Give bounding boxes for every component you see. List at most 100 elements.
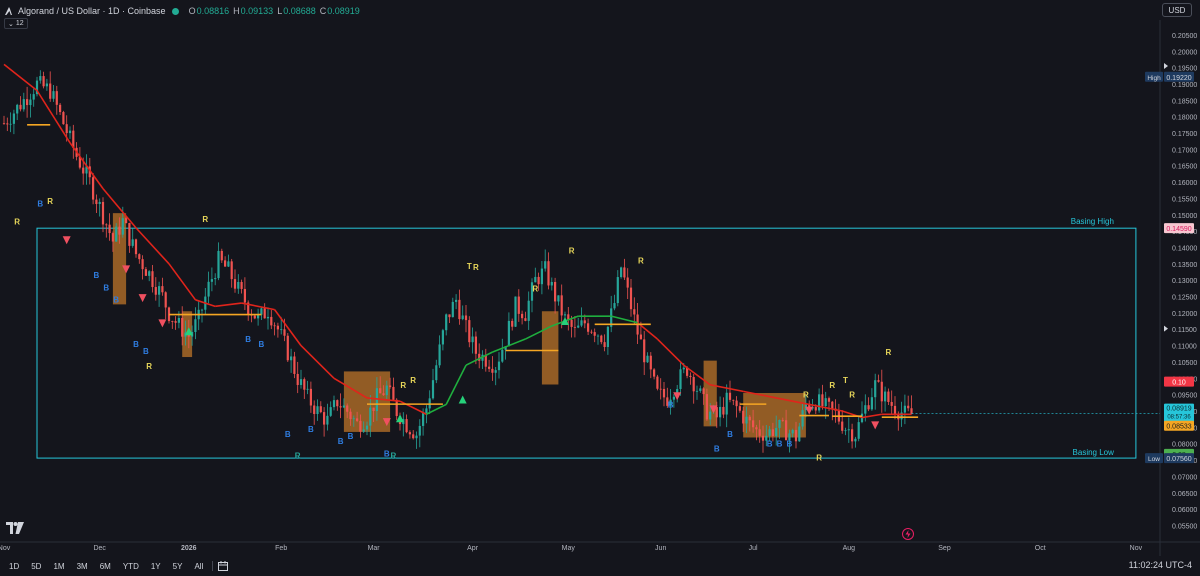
event-label-r: R bbox=[47, 197, 53, 206]
candle-body bbox=[134, 239, 138, 255]
candle-body bbox=[907, 405, 910, 409]
lightning-icon[interactable] bbox=[902, 528, 914, 540]
candle-body bbox=[230, 261, 233, 280]
symbol-title[interactable]: Algorand / US Dollar · 1D · Coinbase bbox=[18, 6, 166, 16]
candle-body bbox=[365, 425, 369, 430]
candle-body bbox=[590, 331, 593, 333]
event-label-r: R bbox=[410, 376, 416, 385]
event-label-t: T bbox=[467, 262, 472, 271]
candle-body bbox=[587, 323, 590, 332]
sell-signal-triangle bbox=[138, 294, 147, 303]
candle-body bbox=[39, 76, 42, 81]
candle-body bbox=[755, 427, 758, 430]
high-price-tag: 0.19220 bbox=[1166, 75, 1191, 82]
range-all[interactable]: All bbox=[191, 562, 206, 571]
candle-body bbox=[570, 319, 573, 327]
basing-high-label: Basing High bbox=[1071, 217, 1114, 226]
indicators-count: 12 bbox=[15, 20, 24, 27]
red-price-tag: 0.10 bbox=[1172, 380, 1186, 387]
candle-body bbox=[385, 385, 388, 396]
candle-body bbox=[639, 334, 642, 340]
candle-body bbox=[220, 250, 223, 261]
candle-body bbox=[121, 218, 124, 235]
candle-body bbox=[547, 261, 550, 286]
candle-body bbox=[841, 421, 844, 431]
range-ytd[interactable]: YTD bbox=[120, 562, 142, 571]
candle-body bbox=[217, 250, 220, 279]
candle-body bbox=[19, 104, 22, 110]
currency-button[interactable]: USD bbox=[1162, 3, 1192, 17]
candle-body bbox=[524, 318, 527, 321]
candle-body bbox=[689, 375, 692, 378]
range-3m[interactable]: 3M bbox=[74, 562, 91, 571]
ohlc-high-value: 0.09133 bbox=[240, 6, 274, 16]
candle-body bbox=[877, 380, 880, 382]
candle-body bbox=[798, 426, 801, 442]
candle-body bbox=[596, 335, 600, 337]
candle-body bbox=[349, 411, 352, 420]
candle-body bbox=[415, 435, 418, 439]
candle-body bbox=[98, 201, 101, 205]
price-tick-label: 0.12000 bbox=[1172, 311, 1197, 318]
candle-body bbox=[342, 405, 345, 408]
candle-body bbox=[719, 406, 722, 418]
candle-body bbox=[299, 379, 303, 385]
price-chart[interactable]: 0.20500 0.20000 0.19500 0.19000 0.18500 0.180… bbox=[0, 0, 1200, 576]
range-1m[interactable]: 1M bbox=[50, 562, 67, 571]
candle-body bbox=[702, 388, 705, 395]
last-price-value: 0.08919 bbox=[1166, 406, 1191, 413]
event-label-b: B bbox=[94, 271, 100, 280]
range-6m[interactable]: 6M bbox=[97, 562, 114, 571]
candle-body bbox=[115, 226, 118, 242]
event-label-b: B bbox=[338, 437, 344, 446]
event-label-r: R bbox=[886, 348, 892, 357]
event-label-b: B bbox=[348, 432, 354, 441]
candle-body bbox=[709, 411, 712, 420]
candle-body bbox=[629, 287, 633, 310]
range-5y[interactable]: 5Y bbox=[170, 562, 186, 571]
range-1d[interactable]: 1D bbox=[6, 562, 22, 571]
trailing-stop-line bbox=[611, 315, 638, 324]
candle-body bbox=[362, 429, 365, 432]
candle-body bbox=[141, 259, 144, 270]
candle-body bbox=[748, 416, 751, 421]
candle-body bbox=[695, 390, 699, 392]
candle-body bbox=[623, 267, 626, 278]
candle-body bbox=[613, 303, 616, 309]
candle-body bbox=[233, 279, 237, 289]
clock-timezone[interactable]: 11:02:24 UTC-4 bbox=[1129, 560, 1192, 570]
indicators-toggle[interactable]: ⌄ 12 bbox=[4, 18, 28, 29]
candle-body bbox=[59, 104, 62, 113]
candle-body bbox=[101, 201, 105, 225]
time-tick-label: May bbox=[562, 545, 576, 552]
candle-body bbox=[174, 321, 177, 323]
basing-box bbox=[36, 227, 1137, 459]
time-tick-label: 2026 bbox=[181, 545, 197, 552]
candle-body bbox=[319, 406, 322, 413]
calendar-range-icon[interactable] bbox=[217, 560, 229, 572]
candle-body bbox=[722, 406, 725, 415]
price-tick-label: 0.08000 bbox=[1172, 442, 1197, 449]
candle-body bbox=[151, 271, 154, 288]
price-tick-label: 0.15500 bbox=[1172, 196, 1197, 203]
range-1y[interactable]: 1Y bbox=[148, 562, 164, 571]
candle-body bbox=[171, 321, 174, 322]
candle-body bbox=[818, 394, 821, 411]
range-5d[interactable]: 5D bbox=[28, 562, 44, 571]
bottom-toolbar: 1D 5D 1M 3M 6M YTD 1Y 5Y All 11:02:24 UT… bbox=[0, 556, 1200, 576]
time-tick-label: Nov bbox=[0, 545, 11, 552]
tradingview-logo-icon[interactable] bbox=[6, 522, 24, 534]
candle-body bbox=[158, 286, 161, 295]
event-label-b: B bbox=[777, 440, 783, 449]
price-tick-label: 0.20000 bbox=[1172, 49, 1197, 56]
candle-body bbox=[857, 422, 860, 439]
candle-body bbox=[827, 398, 831, 402]
candle-body bbox=[455, 299, 458, 302]
event-label-b: B bbox=[113, 296, 119, 305]
candle-body bbox=[507, 320, 510, 347]
price-tick-label: 0.11500 bbox=[1172, 327, 1197, 334]
candle-body bbox=[752, 420, 755, 428]
candle-body bbox=[662, 388, 666, 398]
price-tick-label: 0.15000 bbox=[1172, 213, 1197, 220]
chart-area[interactable]: 0.20500 0.20000 0.19500 0.19000 0.18500 0.180… bbox=[0, 0, 1200, 576]
